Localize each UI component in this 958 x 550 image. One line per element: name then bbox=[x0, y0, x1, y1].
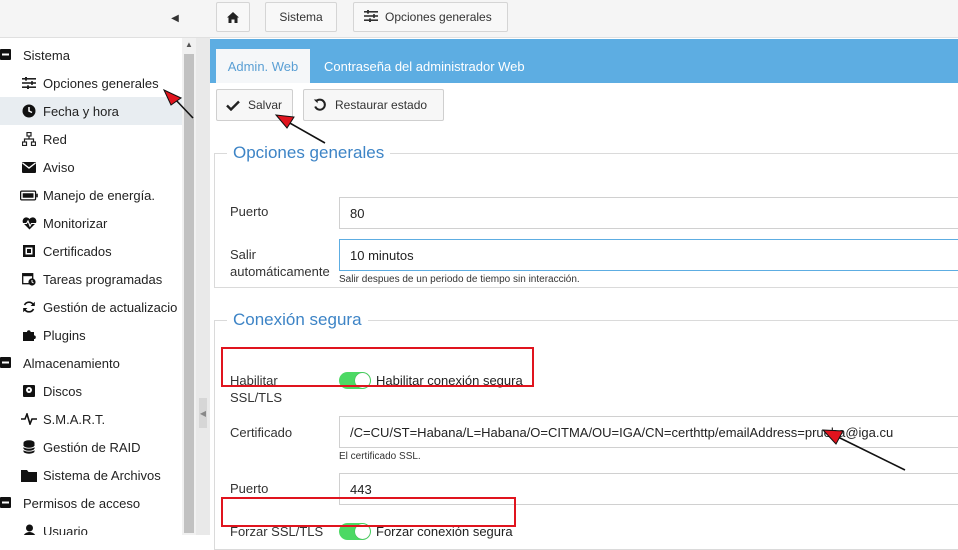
sidebar-item-manejo-de-energia[interactable]: Manejo de energía. bbox=[0, 181, 182, 209]
tab-admin-web[interactable]: Admin. Web bbox=[216, 49, 310, 83]
sidebar-navigation: Sistema Opciones generales Fecha y hora Red… bbox=[0, 38, 182, 535]
sidebar-item-aviso[interactable]: Aviso bbox=[0, 153, 182, 181]
auto-logout-label-line2: automáticamente bbox=[230, 264, 330, 279]
sidebar-item-sistema-de-archivos[interactable]: Sistema de Archivos bbox=[0, 461, 182, 489]
breadcrumb-home[interactable] bbox=[216, 2, 250, 32]
clock-icon bbox=[20, 104, 38, 118]
ssl-port-label: Puerto bbox=[230, 481, 269, 496]
general-options-legend: Opciones generales bbox=[233, 143, 385, 162]
splitter[interactable] bbox=[196, 38, 210, 535]
tab-admin-password[interactable]: Contraseña del administrador Web bbox=[324, 49, 525, 83]
breadcrumb-sistema[interactable]: Sistema bbox=[265, 2, 337, 32]
sidebar-item-fecha-y-hora[interactable]: Fecha y hora bbox=[0, 97, 182, 125]
annotation-highlight-ssl bbox=[221, 347, 534, 387]
certificate-icon bbox=[20, 244, 38, 258]
port-label: Puerto bbox=[230, 204, 269, 219]
tab-bar: Admin. Web Contraseña del administrador … bbox=[210, 39, 958, 83]
sidebar-item-label: Sistema bbox=[23, 47, 70, 63]
sidebar-item-label: Certificados bbox=[43, 243, 112, 259]
check-icon bbox=[226, 100, 240, 111]
sidebar-item-label: S.M.A.R.T. bbox=[43, 411, 106, 427]
minus-square-icon bbox=[0, 48, 14, 63]
sidebar-item-gestion-de-raid[interactable]: Gestión de RAID bbox=[0, 433, 182, 461]
sidebar-item-label: Gestión de RAID bbox=[43, 439, 141, 455]
sidebar-item-label: Usuario bbox=[43, 523, 88, 536]
sidebar-item-label: Aviso bbox=[43, 159, 75, 175]
sidebar-item-plugins[interactable]: Plugins bbox=[0, 321, 182, 349]
sidebar-item-label: Discos bbox=[43, 383, 83, 399]
sidebar-item-certificados[interactable]: Certificados bbox=[0, 237, 182, 265]
heartbeat-icon bbox=[20, 216, 38, 230]
certificate-hint: El certificado SSL. bbox=[339, 451, 421, 462]
annotation-highlight-force-ssl bbox=[221, 497, 516, 527]
minus-square-icon bbox=[0, 356, 14, 371]
auto-logout-select[interactable]: 10 minutos bbox=[339, 239, 958, 271]
breadcrumb-label: Opciones generales bbox=[385, 10, 492, 24]
secure-connection-legend: Conexión segura bbox=[233, 310, 362, 329]
sidebar-item-discos[interactable]: Discos bbox=[0, 377, 182, 405]
sidebar-item-label: Almacenamiento bbox=[23, 355, 120, 371]
scroll-up-icon[interactable]: ▲ bbox=[182, 40, 196, 52]
caret-left-icon: ◀ bbox=[199, 408, 207, 418]
sidebar-item-label: Tareas programadas bbox=[43, 271, 163, 287]
folder-icon bbox=[20, 469, 38, 482]
sidebar-group-almacenamiento[interactable]: Almacenamiento bbox=[0, 349, 182, 377]
restore-button-label: Restaurar estado bbox=[335, 98, 428, 112]
disk-icon bbox=[20, 384, 38, 398]
sidebar-item-label: Opciones generales bbox=[43, 75, 159, 91]
restore-button[interactable]: Restaurar estado bbox=[303, 89, 444, 121]
port-input[interactable]: 80 bbox=[339, 197, 958, 229]
sidebar-item-opciones-generales[interactable]: Opciones generales bbox=[0, 69, 182, 97]
save-button[interactable]: Salvar bbox=[216, 89, 293, 121]
envelope-icon bbox=[20, 161, 38, 173]
breadcrumb-opciones-generales[interactable]: Opciones generales bbox=[353, 2, 508, 32]
sidebar-group-permisos-de-acceso[interactable]: Permisos de acceso bbox=[0, 489, 182, 517]
sidebar-item-label: Manejo de energía. bbox=[43, 187, 156, 203]
sidebar-scrollbar[interactable]: ▲ bbox=[182, 38, 196, 535]
main-content: Admin. Web Contraseña del administrador … bbox=[210, 38, 958, 550]
sidebar-item-label: Permisos de acceso bbox=[23, 495, 141, 511]
sidebar-item-monitorizar[interactable]: Monitorizar bbox=[0, 209, 182, 237]
auto-logout-label-line1: Salir bbox=[230, 247, 257, 262]
auto-logout-hint: Salir despues de un periodo de tiempo si… bbox=[339, 274, 580, 285]
top-bar: ◀ Sistema Opciones generales bbox=[0, 0, 958, 38]
user-icon bbox=[20, 524, 38, 535]
general-options-fieldset: Opciones generales Puerto 80 Salir autom… bbox=[214, 143, 958, 288]
refresh-icon bbox=[20, 300, 38, 314]
puzzle-icon bbox=[20, 328, 38, 342]
sidebar-item-label: Red bbox=[43, 131, 67, 147]
collapse-sidebar-button[interactable]: ◀ bbox=[166, 9, 184, 27]
sidebar-item-usuario[interactable]: Usuario bbox=[0, 517, 182, 535]
network-icon bbox=[20, 132, 38, 146]
enable-ssl-label-line2: SSL/TLS bbox=[230, 390, 283, 405]
certificate-select[interactable]: /C=CU/ST=Habana/L=Habana/O=CITMA/OU=IGA/… bbox=[339, 416, 958, 448]
sidebar-item-gestion-de-actualizacio[interactable]: Gestión de actualizacio bbox=[0, 293, 182, 321]
sidebar-item-label: Fecha y hora bbox=[43, 103, 119, 119]
auto-logout-label: Salir automáticamente bbox=[230, 246, 330, 280]
database-icon bbox=[20, 440, 38, 454]
minus-square-icon bbox=[0, 496, 14, 511]
caret-left-icon: ◀ bbox=[171, 12, 179, 24]
sidebar-item-label: Plugins bbox=[43, 327, 86, 343]
breadcrumb-label: Sistema bbox=[279, 10, 323, 24]
sliders-icon bbox=[20, 77, 38, 89]
scrollbar-thumb[interactable] bbox=[184, 54, 194, 533]
save-button-label: Salvar bbox=[248, 98, 283, 112]
sliders-icon bbox=[364, 9, 378, 25]
calendar-clock-icon bbox=[20, 272, 38, 286]
sidebar-item-label: Sistema de Archivos bbox=[43, 467, 161, 483]
splitter-handle[interactable]: ◀ bbox=[199, 398, 207, 428]
sidebar-item-red[interactable]: Red bbox=[0, 125, 182, 153]
undo-icon bbox=[313, 98, 327, 112]
sidebar-item-s-m-a-r-t[interactable]: S.M.A.R.T. bbox=[0, 405, 182, 433]
sidebar-item-tareas-programadas[interactable]: Tareas programadas bbox=[0, 265, 182, 293]
home-icon bbox=[227, 11, 239, 23]
sidebar-item-label: Gestión de actualizacio bbox=[43, 299, 178, 315]
pulse-icon bbox=[20, 413, 38, 425]
sidebar-group-sistema[interactable]: Sistema bbox=[0, 41, 182, 69]
certificate-label: Certificado bbox=[230, 425, 293, 440]
battery-icon bbox=[20, 190, 38, 201]
sidebar-item-label: Monitorizar bbox=[43, 215, 108, 231]
